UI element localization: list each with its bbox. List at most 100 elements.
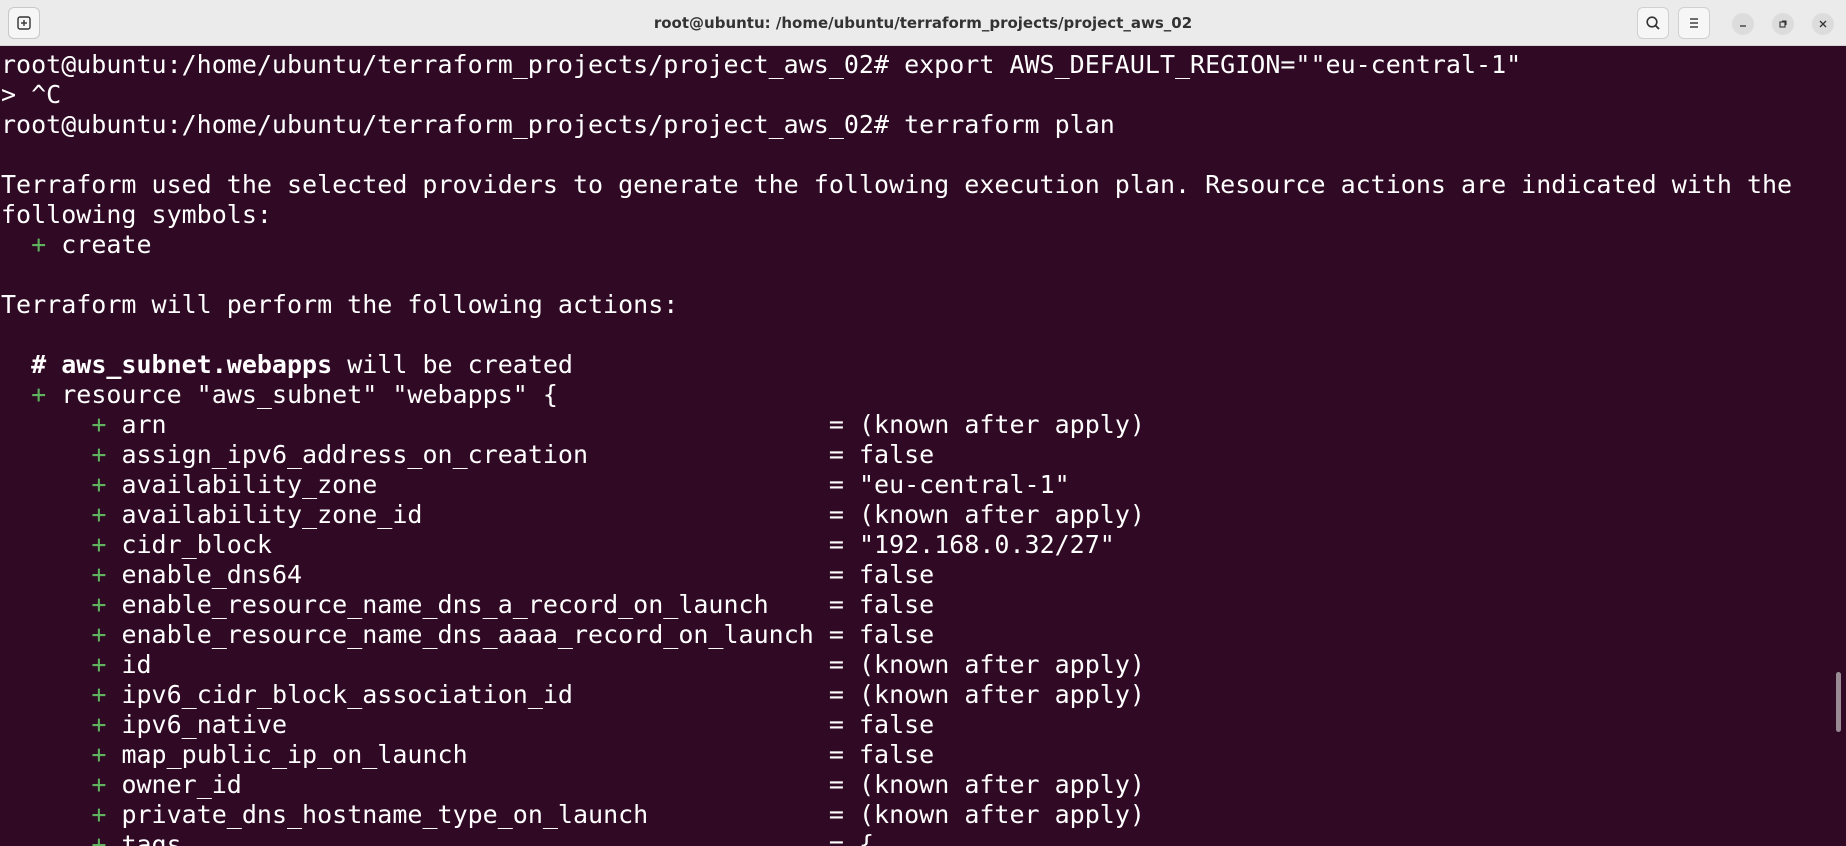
attribute-name: private_dns_hostname_type_on_launch: [121, 800, 649, 829]
plus-symbol: +: [91, 650, 107, 679]
attribute-value: = (known after apply): [828, 500, 1145, 529]
attribute-name: tags: [121, 830, 182, 846]
hamburger-menu-icon: [1690, 18, 1698, 28]
attribute-name: availability_zone: [121, 470, 378, 499]
menu-button[interactable]: [1678, 7, 1710, 39]
attribute-name: enable_dns64: [121, 560, 303, 589]
attribute-value: = "192.168.0.32/27": [828, 530, 1115, 559]
plus-symbol: +: [91, 770, 107, 799]
plus-symbol: +: [91, 470, 107, 499]
minimize-button[interactable]: [1732, 13, 1754, 35]
shell-prompt: root@ubuntu:/home/ubuntu/terraform_proje…: [1, 50, 890, 79]
attribute-name: ipv6_native: [121, 710, 288, 739]
attribute-row: + enable_dns64 = false: [1, 560, 934, 590]
attribute-value: = (known after apply): [828, 680, 1145, 709]
attribute-value: = false: [828, 740, 935, 769]
plus-symbol: +: [91, 710, 107, 739]
attribute-row: + enable_resource_name_dns_aaaa_record_o…: [1, 620, 934, 650]
attribute-row: + ipv6_cidr_block_association_id = (know…: [1, 680, 1145, 710]
plus-symbol: +: [91, 500, 107, 529]
attribute-row: + assign_ipv6_address_on_creation = fals…: [1, 440, 934, 470]
attribute-name: arn: [121, 410, 167, 439]
attribute-row: + tags = {: [1, 830, 874, 846]
resource-address: aws_subnet.webapps: [61, 350, 333, 379]
attribute-name: enable_resource_name_dns_a_record_on_lau…: [121, 590, 769, 619]
plus-symbol: +: [91, 680, 107, 709]
attribute-value: = false: [828, 710, 935, 739]
attribute-value: = (known after apply): [828, 410, 1145, 439]
actions-heading: Terraform will perform the following act…: [1, 290, 679, 319]
attribute-row: + ipv6_native = false: [1, 710, 934, 740]
new-tab-button[interactable]: [8, 7, 40, 39]
scrollbar-thumb[interactable]: [1836, 672, 1841, 732]
attribute-name: assign_ipv6_address_on_creation: [121, 440, 589, 469]
attribute-name: ipv6_cidr_block_association_id: [121, 680, 573, 709]
attribute-name: cidr_block: [121, 530, 272, 559]
terminal-line: following symbols:: [1, 200, 272, 230]
attribute-value: = (known after apply): [828, 770, 1145, 799]
plus-symbol: +: [91, 410, 107, 439]
attribute-name: map_public_ip_on_launch: [121, 740, 468, 769]
comment-hash: #: [31, 350, 62, 379]
terminal-line: # aws_subnet.webapps will be created: [1, 350, 573, 380]
interrupt-text: > ^C: [1, 80, 62, 109]
attribute-name: availability_zone_id: [121, 500, 423, 529]
window-title: root@ubuntu: /home/ubuntu/terraform_proj…: [653, 14, 1193, 32]
attribute-value: = false: [828, 620, 935, 649]
shell-prompt: root@ubuntu:/home/ubuntu/terraform_proje…: [1, 110, 890, 139]
terminal-output[interactable]: root@ubuntu:/home/ubuntu/terraform_proje…: [0, 46, 1830, 846]
restore-icon: [1779, 20, 1787, 28]
terminal-line: Terraform used the selected providers to…: [1, 170, 1792, 200]
attribute-row: + cidr_block = "192.168.0.32/27": [1, 530, 1115, 560]
comment-tail: will be created: [332, 350, 573, 379]
attribute-row: + availability_zone_id = (known after ap…: [1, 500, 1145, 530]
attribute-row: + id = (known after apply): [1, 650, 1145, 680]
restore-button[interactable]: [1772, 13, 1794, 35]
terminal-line: + create: [1, 230, 152, 260]
attribute-value: = false: [828, 440, 935, 469]
plus-symbol: +: [91, 440, 107, 469]
resource-declaration: resource "aws_subnet" "webapps" {: [46, 380, 558, 409]
attribute-name: id: [121, 650, 152, 679]
plus-symbol: +: [91, 800, 107, 829]
plus-symbol: +: [31, 380, 47, 409]
terminal-line: > ^C: [1, 80, 61, 110]
legend-label: create: [46, 230, 152, 259]
terminal-line: root@ubuntu:/home/ubuntu/terraform_proje…: [1, 50, 1521, 80]
attribute-name: enable_resource_name_dns_aaaa_record_on_…: [121, 620, 814, 649]
attribute-row: + enable_resource_name_dns_a_record_on_l…: [1, 590, 934, 620]
terminal-line: Terraform will perform the following act…: [1, 290, 678, 320]
plus-symbol: +: [91, 740, 107, 769]
title-bar: root@ubuntu: /home/ubuntu/terraform_proj…: [0, 0, 1846, 46]
plus-symbol: +: [91, 530, 107, 559]
plus-symbol: +: [91, 620, 107, 649]
attribute-value: = "eu-central-1": [828, 470, 1070, 499]
close-button[interactable]: [1812, 13, 1834, 35]
attribute-value: = (known after apply): [828, 800, 1145, 829]
new-tab-icon: [17, 16, 31, 30]
attribute-row: + arn = (known after apply): [1, 410, 1145, 440]
search-button[interactable]: [1637, 7, 1669, 39]
terminal-line: + resource "aws_subnet" "webapps" {: [1, 380, 558, 410]
minimize-icon: [1740, 25, 1746, 27]
plus-symbol: +: [31, 230, 47, 259]
command-text: terraform plan: [889, 110, 1115, 139]
search-icon: [1646, 16, 1660, 30]
close-icon: [1819, 20, 1827, 28]
attribute-value: = false: [828, 590, 935, 619]
plus-symbol: +: [91, 590, 107, 619]
attribute-value: = false: [828, 560, 935, 589]
plan-intro: Terraform used the selected providers to…: [1, 170, 1793, 199]
scrollbar[interactable]: [1830, 46, 1846, 846]
command-text: export AWS_DEFAULT_REGION=""eu-central-1…: [889, 50, 1522, 79]
attribute-row: + map_public_ip_on_launch = false: [1, 740, 934, 770]
attribute-value: = (known after apply): [828, 650, 1145, 679]
attribute-value: = {: [828, 830, 875, 846]
attribute-row: + private_dns_hostname_type_on_launch = …: [1, 800, 1145, 830]
attribute-row: + owner_id = (known after apply): [1, 770, 1145, 800]
plus-symbol: +: [91, 830, 107, 846]
attribute-name: owner_id: [121, 770, 242, 799]
attribute-row: + availability_zone = "eu-central-1": [1, 470, 1070, 500]
plan-intro: following symbols:: [1, 200, 272, 229]
terminal-line: root@ubuntu:/home/ubuntu/terraform_proje…: [1, 110, 1115, 140]
